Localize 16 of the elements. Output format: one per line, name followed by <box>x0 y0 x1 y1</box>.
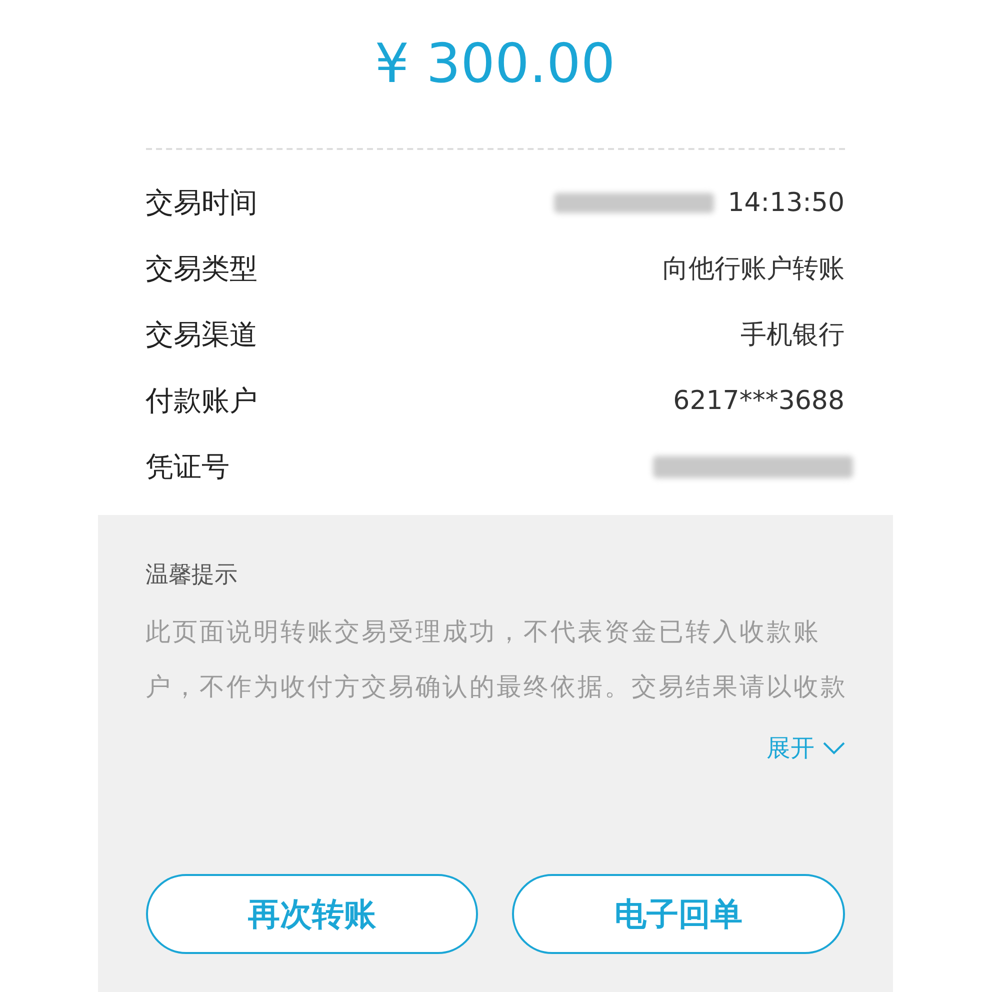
detail-label: 凭证号 <box>146 449 230 485</box>
action-button[interactable]: 再次转账 <box>146 874 478 954</box>
action-button[interactable]: 电子回单 <box>512 874 844 954</box>
notice-title: 温馨提示 <box>146 561 238 590</box>
detail-label: 付款账户 <box>146 383 258 419</box>
detail-value: 14:13:50 <box>728 186 844 220</box>
detail-label: 交易渠道 <box>146 317 258 353</box>
amount: ¥ 300.00 <box>374 31 616 97</box>
detail-label: 交易类型 <box>146 251 258 287</box>
notice-text: 此页面说明转账交易受理成功，不代表资金已转入收款账户，不作为收付方交易确认的最终依据。交易结果请以收款 <box>146 616 848 703</box>
detail-value: 向他行账户转账 <box>662 252 844 286</box>
detail-label: 交易时间 <box>146 185 258 221</box>
detail-value: 手机银行 <box>740 318 844 352</box>
expand-button[interactable]: 展开 <box>766 730 844 766</box>
detail-value: 6217***3688 <box>673 384 844 418</box>
chevron-down-icon <box>822 741 844 755</box>
